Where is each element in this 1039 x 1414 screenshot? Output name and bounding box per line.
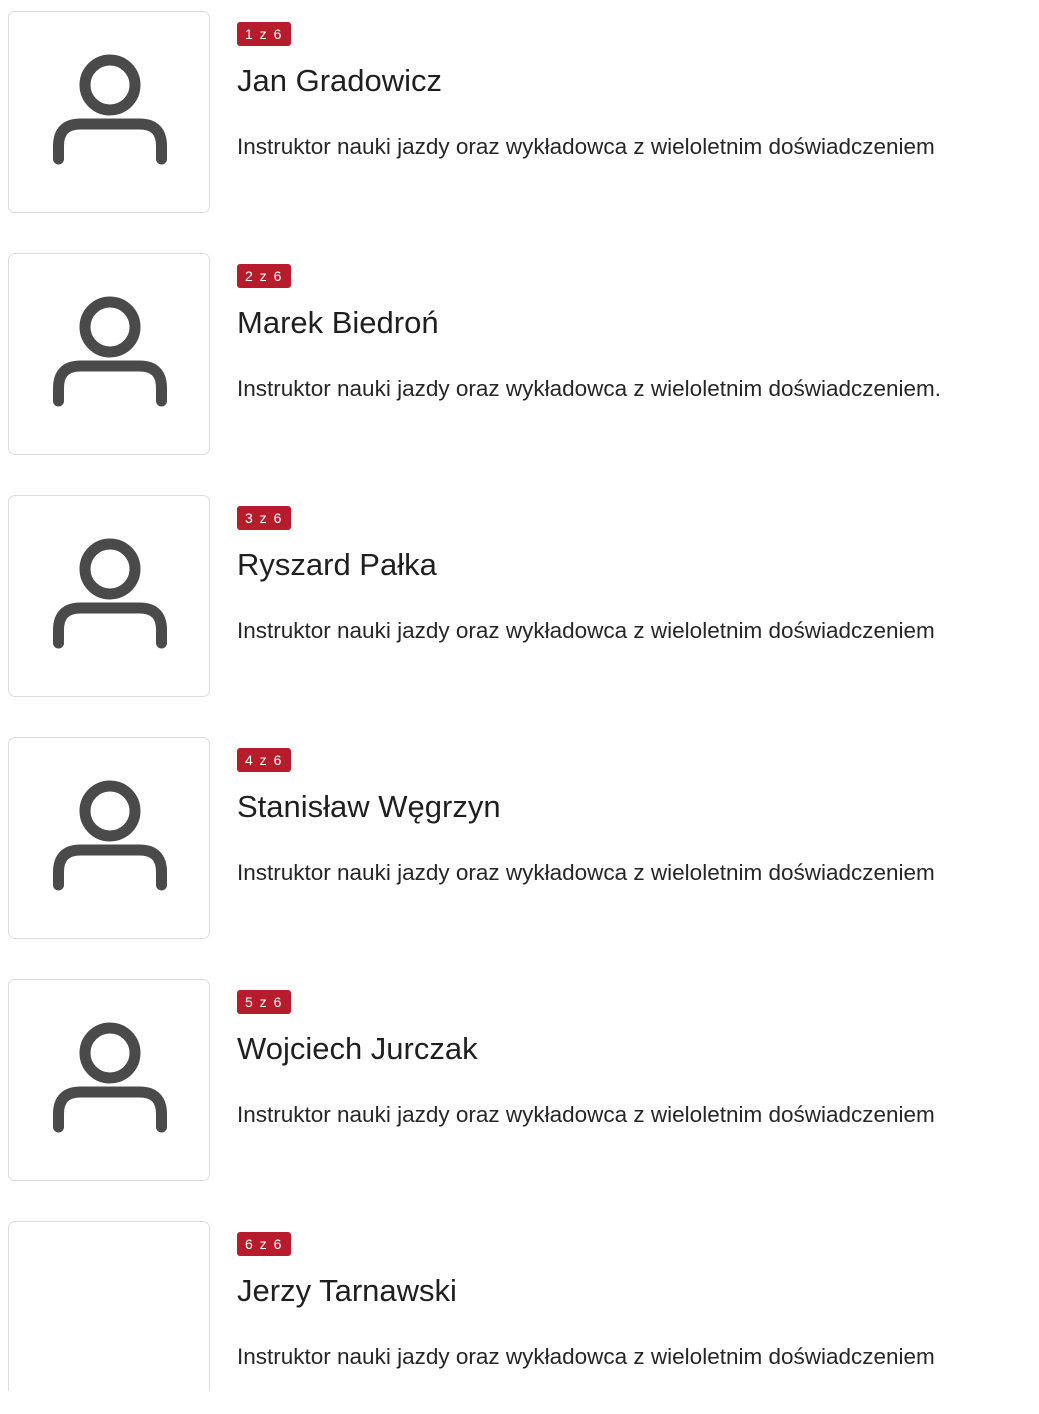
avatar: [8, 11, 210, 213]
user-icon: [53, 780, 167, 891]
user-icon: [53, 1022, 167, 1133]
avatar: [8, 979, 210, 1181]
instructor-name: Jerzy Tarnawski: [237, 1273, 457, 1308]
instructor-card[interactable]: 6 z 6 Jerzy Tarnawski Instruktor nauki j…: [0, 1210, 1039, 1414]
counter-badge: 6 z 6: [237, 1232, 291, 1256]
instructor-description: Instruktor nauki jazdy oraz wykładowca z…: [237, 134, 935, 159]
instructor-description: Instruktor nauki jazdy oraz wykładowca z…: [237, 376, 942, 401]
instructor-card[interactable]: 3 z 6 Ryszard Pałka Instruktor nauki jaz…: [0, 484, 1039, 697]
instructor-description: Instruktor nauki jazdy oraz wykładowca z…: [237, 1102, 935, 1127]
instructor-name: Ryszard Pałka: [237, 547, 437, 582]
instructor-card[interactable]: 5 z 6 Wojciech Jurczak Instruktor nauki …: [0, 968, 1039, 1181]
instructor-description: Instruktor nauki jazdy oraz wykładowca z…: [237, 860, 935, 885]
user-icon: [53, 538, 167, 649]
instructor-name: Marek Biedroń: [237, 305, 439, 340]
instructor-name: Stanisław Węgrzyn: [237, 789, 501, 824]
instructor-card[interactable]: 4 z 6 Stanisław Węgrzyn Instruktor nauki…: [0, 726, 1039, 939]
user-icon: [53, 54, 167, 165]
instructor-description: Instruktor nauki jazdy oraz wykładowca z…: [237, 1344, 935, 1369]
counter-badge: 5 z 6: [237, 990, 291, 1014]
instructor-name: Jan Gradowicz: [237, 63, 443, 98]
counter-badge: 1 z 6: [237, 22, 291, 46]
avatar: [8, 253, 210, 455]
counter-badge: 3 z 6: [237, 506, 291, 530]
avatar: [8, 737, 210, 939]
counter-badge: 2 z 6: [237, 264, 291, 288]
user-icon: [53, 296, 167, 407]
avatar: [8, 1221, 210, 1391]
counter-badge: 4 z 6: [237, 748, 291, 772]
instructor-description: Instruktor nauki jazdy oraz wykładowca z…: [237, 618, 935, 643]
instructor-card[interactable]: 2 z 6 Marek Biedroń Instruktor nauki jaz…: [0, 242, 1039, 455]
instructor-name: Wojciech Jurczak: [237, 1031, 478, 1066]
avatar: [8, 495, 210, 697]
instructor-card[interactable]: 1 z 6 Jan Gradowicz Instruktor nauki jaz…: [0, 0, 1039, 213]
